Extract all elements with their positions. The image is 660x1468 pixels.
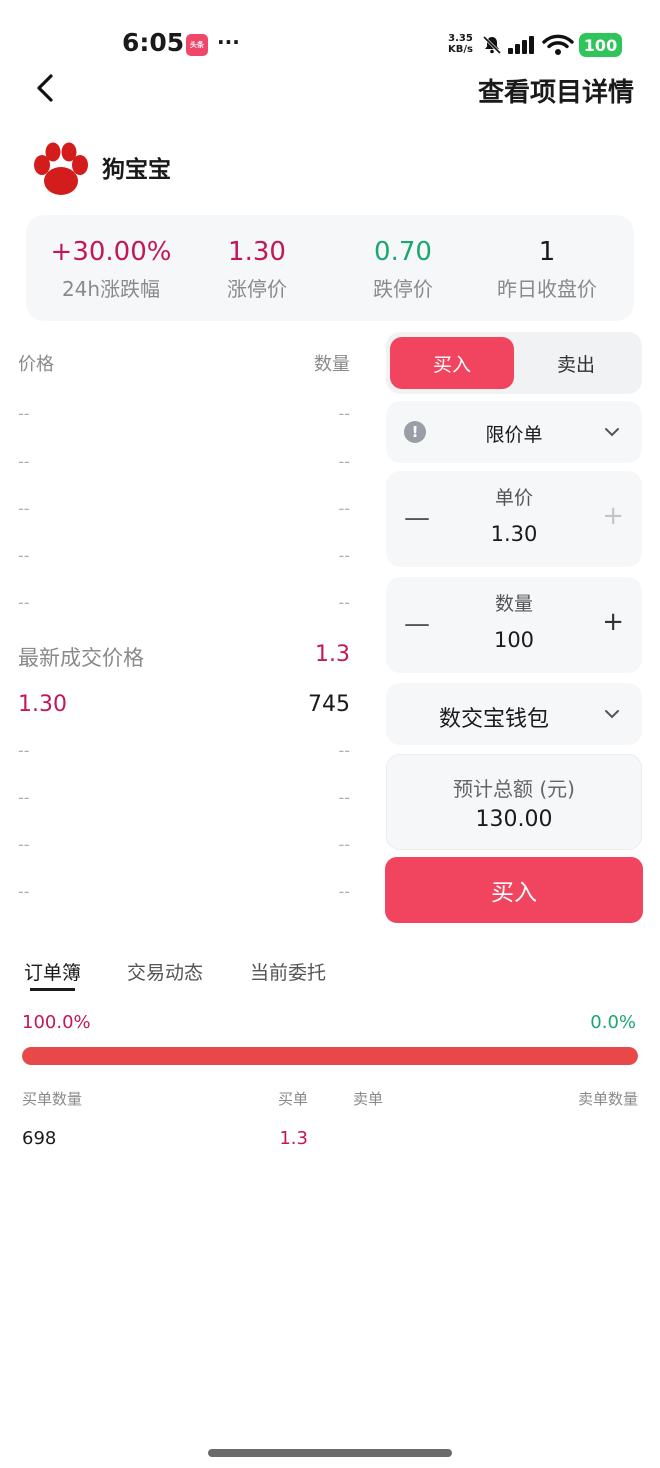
chevron-down-icon [605,428,619,437]
tab-current-orders[interactable]: 当前委托 [250,958,326,985]
chevron-left-icon [37,74,53,102]
page-title: 查看项目详情 [477,78,634,108]
unit-price-decrease-button[interactable]: — [404,503,430,533]
bid-qty: -- [338,741,350,760]
depth-buy-price: 1.3 [279,1128,308,1149]
network-speed-unit: KB/s [448,44,473,55]
latest-price-label: 最新成交价格 [18,646,144,670]
unit-price-increase-button[interactable]: + [602,501,624,531]
stat-change-24h: +30.00% 24h涨跌幅 [26,237,196,302]
quantity-decrease-button[interactable]: — [404,609,430,639]
token-name: 狗宝宝 [102,157,171,183]
ask-qty: -- [338,404,350,423]
ask-price: -- [18,546,30,565]
estimated-total-label: 预计总额 (元) [453,777,575,801]
tab-sell[interactable]: 卖出 [514,337,638,389]
wallet-label: 数交宝钱包 [438,707,549,732]
buy-ratio-label: 100.0% [22,1012,91,1033]
status-time: 6:05 [122,28,185,57]
bid-qty: -- [338,788,350,807]
stat-prev-close: 1 昨日收盘价 [462,237,632,302]
stat-value: 1.30 [228,237,286,267]
wallet-select[interactable]: 数交宝钱包 [386,683,642,745]
home-indicator[interactable] [208,1449,452,1457]
more-notifications-indicator: ··· [217,30,240,54]
buy-qty-header: 买单数量 [22,1090,83,1108]
ask-price: -- [18,593,30,612]
stat-label: 昨日收盘价 [497,277,597,301]
tab-buy[interactable]: 买入 [390,337,514,389]
stat-label: 涨停价 [227,277,287,301]
estimated-total-box: 预计总额 (元) 130.00 [386,754,642,850]
buy-sell-ratio-bar [22,1047,638,1065]
unit-price-stepper: 单价 1.30 — + [386,471,642,567]
signal-icon [508,36,534,54]
sell-ratio-label: 0.0% [590,1012,636,1033]
latest-price-value: 1.3 [315,642,350,667]
wifi-icon [542,34,574,55]
mute-bell-icon [482,35,502,55]
orderbook-price-header: 价格 [18,354,54,375]
bid-price: -- [18,835,30,854]
buy-ratio-fill [22,1047,638,1065]
paw-logo-icon [30,140,92,198]
chevron-down-icon [605,710,619,719]
network-speed: 3.35 KB/s [448,33,473,55]
bid-qty: -- [338,882,350,901]
order-type-select[interactable]: ! 限价单 [386,401,642,463]
battery-indicator: 100 [579,33,622,57]
ask-price: -- [18,452,30,471]
estimated-total-value: 130.00 [475,807,553,832]
buy-button[interactable]: 买入 [385,857,643,923]
ask-qty: -- [338,593,350,612]
stat-limit-up: 1.30 涨停价 [172,237,342,302]
tab-trade-activity[interactable]: 交易动态 [127,958,203,985]
buy-header: 买单 [277,1090,308,1108]
stat-label: 24h涨跌幅 [61,277,161,301]
back-button[interactable] [30,70,64,106]
tab-orderbook[interactable]: 订单簿 [24,958,81,985]
buy-sell-toggle: 买入 卖出 [386,332,642,394]
status-icons [482,34,574,56]
ask-qty: -- [338,499,350,518]
ask-price: -- [18,499,30,518]
trade-qty: 745 [308,692,350,717]
ask-price: -- [18,404,30,423]
sell-qty-header: 卖单数量 [577,1090,638,1108]
market-stats-card: +30.00% 24h涨跌幅 1.30 涨停价 0.70 跌停价 1 昨日收盘价 [26,215,634,321]
orderbook-qty-header: 数量 [314,354,350,375]
stat-value: 1 [538,237,556,267]
bid-qty: -- [338,835,350,854]
sell-header: 卖单 [353,1090,384,1108]
stat-value: +30.00% [50,237,172,267]
depth-buy-qty: 698 [22,1128,57,1149]
quantity-increase-button[interactable]: + [602,607,624,637]
bid-price: -- [18,882,30,901]
ask-qty: -- [338,452,350,471]
ask-qty: -- [338,546,350,565]
trade-price: 1.30 [18,692,67,717]
bid-price: -- [18,788,30,807]
active-tab-underline [30,988,75,991]
app-notification-badge: 头条 [186,34,208,56]
quantity-stepper: 数量 100 — + [386,577,642,673]
network-speed-value: 3.35 [448,33,473,44]
bid-price: -- [18,741,30,760]
